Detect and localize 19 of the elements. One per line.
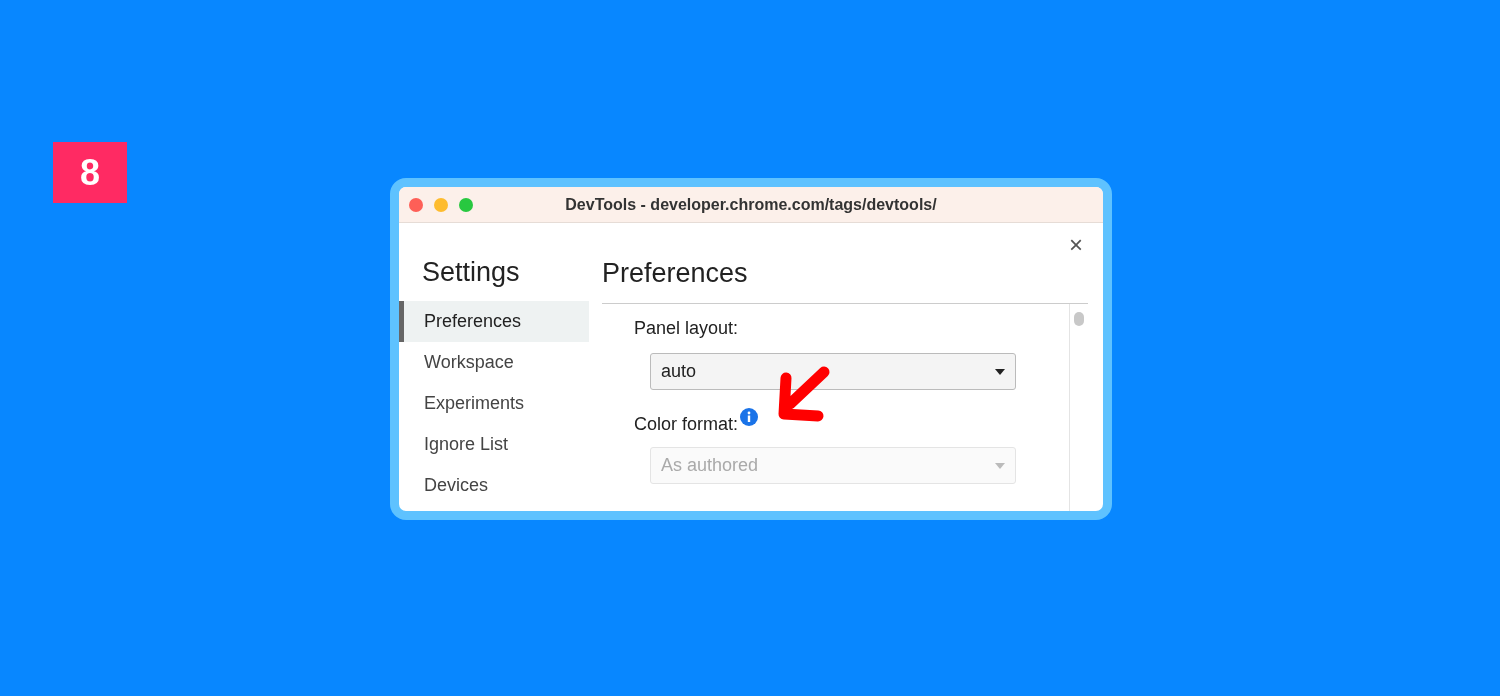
dropdown[interactable]: auto [650,353,1016,390]
sidebar-item[interactable]: Preferences [399,301,589,342]
sidebar-item[interactable]: Devices [399,465,589,506]
close-window-button[interactable] [409,197,423,212]
sidebar-item[interactable]: Experiments [399,383,589,424]
sidebar-item[interactable]: Ignore List [399,424,589,465]
slide-number-badge: 8 [53,142,127,203]
settings-heading: Settings [422,257,520,288]
preferences-heading: Preferences [602,258,748,289]
close-button[interactable]: × [1065,233,1087,257]
caret-icon [995,368,1005,375]
sidebar-item[interactable]: Workspace [399,342,589,383]
caret-icon [995,462,1005,469]
zoom-window-button[interactable] [459,197,473,212]
field-label: Panel layout: [634,318,739,339]
minimize-window-button[interactable] [434,197,448,212]
arrow-drawing [778,364,832,422]
window-title: DevTools - developer.chrome.com/tags/devtools/ [565,195,937,213]
field-label: Color format: [634,414,739,435]
